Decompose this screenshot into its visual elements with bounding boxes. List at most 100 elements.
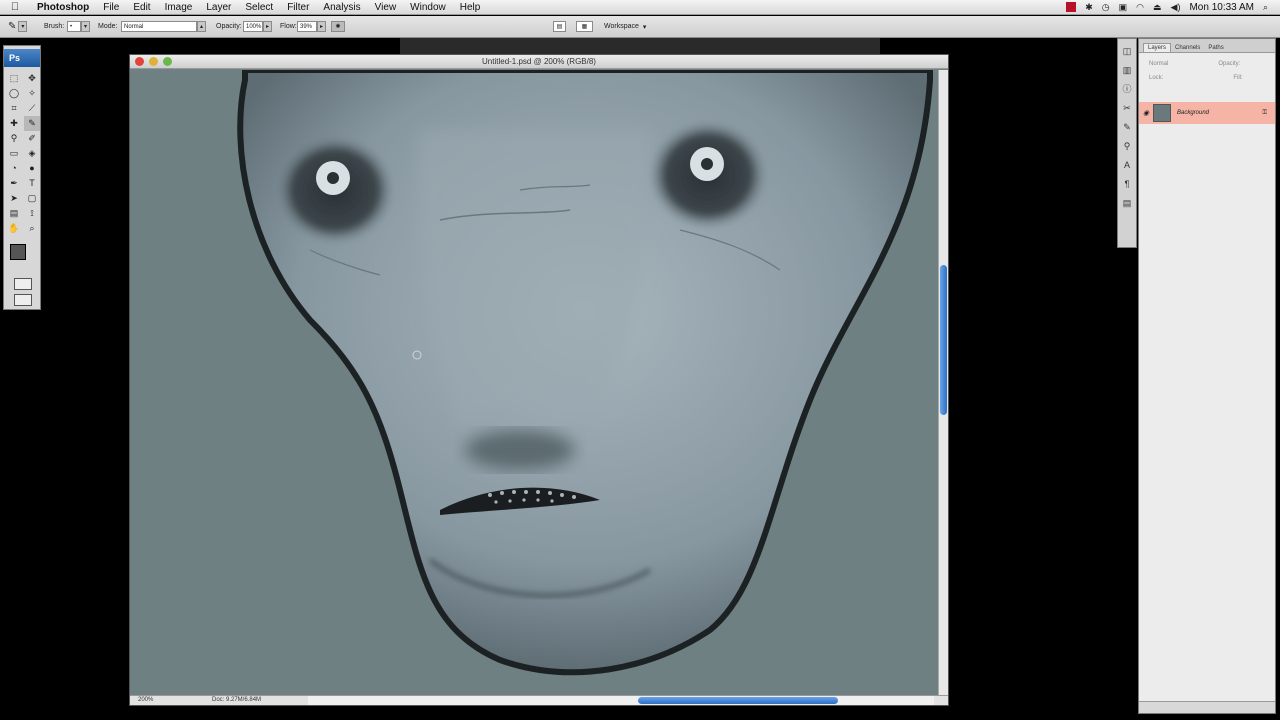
airbrush-button[interactable]: ✺ (331, 20, 345, 33)
tools-panel: Ps ⬚ ✥ ◯ ✧ ⌗ ⟋ ✚ ✎ ⚲ ✐ ▭ ◈ ◔ ● ✒ T ➤ ▢ ▤… (3, 45, 41, 310)
pen-tool-icon[interactable]: ✒ (6, 176, 22, 191)
blend-mode-select[interactable]: Normal (1149, 61, 1168, 67)
layer-thumbnail (1153, 104, 1171, 122)
menu-analysis[interactable]: Analysis (316, 0, 367, 15)
clone-stamp-icon[interactable]: ⚲ (6, 131, 22, 146)
eject-icon[interactable]: ⏏ (1153, 2, 1162, 13)
tool-presets-icon[interactable]: ✂ (1120, 101, 1134, 115)
opacity-label: Opacity: (216, 23, 242, 30)
vertical-scroll-thumb[interactable] (940, 265, 947, 415)
eyedropper-icon[interactable]: ⟟ (24, 206, 40, 221)
doc-size[interactable]: Doc: 9.27M/6.84M (212, 697, 261, 703)
tab-channels[interactable]: Channels (1171, 44, 1204, 52)
wifi-icon[interactable]: ◠ (1136, 2, 1144, 13)
workspace-menu[interactable]: Workspace ▾ (604, 20, 646, 33)
clock[interactable]: Mon 10:33 AM (1189, 2, 1253, 13)
menu-layer[interactable]: Layer (199, 0, 238, 15)
zoom-tool-icon[interactable]: ⌕ (24, 221, 40, 236)
visibility-eye-icon[interactable]: ◉ (1139, 109, 1153, 117)
menu-view[interactable]: View (368, 0, 404, 15)
clone-source-icon[interactable]: ⚲ (1120, 139, 1134, 153)
slice-tool-icon[interactable]: ⟋ (24, 101, 40, 116)
horizontal-scroll-thumb[interactable] (638, 697, 838, 704)
volume-icon[interactable]: ◀) (1171, 2, 1181, 13)
crop-tool-icon[interactable]: ⌗ (6, 101, 22, 116)
flow-value: 39% (297, 21, 317, 32)
menu-window[interactable]: Window (403, 0, 453, 15)
layer-name: Background (1177, 110, 1210, 116)
document-window: Untitled-1.psd @ 200% (RGB/8) 200% Doc: … (129, 54, 949, 706)
magic-wand-icon[interactable]: ✧ (24, 86, 40, 101)
opacity-value: 100% (243, 21, 263, 32)
actions-icon[interactable]: ▤ (1120, 196, 1134, 210)
background-strip (400, 38, 880, 54)
histogram-icon[interactable]: ▥ (1120, 63, 1134, 77)
menu-edit[interactable]: Edit (126, 0, 157, 15)
history-brush-icon[interactable]: ✐ (24, 131, 40, 146)
brush-tool-icon[interactable]: ✎ (24, 116, 40, 131)
opacity-field[interactable]: 100% ▸ (243, 20, 272, 33)
bluetooth-icon[interactable]: ✱ (1085, 2, 1093, 13)
eraser-tool-icon[interactable]: ▭ (6, 146, 22, 161)
brush-label: Brush: (44, 23, 65, 30)
paint-bucket-icon[interactable]: ◈ (24, 146, 40, 161)
panel-icon-strip: ◫ ▥ ⓘ ✂ ✎ ⚲ A ¶ ▤ (1117, 38, 1137, 248)
mode-select[interactable]: Normal ▴ (121, 20, 206, 33)
brush-tool-icon[interactable]: ✎ ▾ (8, 20, 28, 33)
hand-tool-icon[interactable]: ✋ (6, 221, 22, 236)
zoom-level[interactable]: 200% (138, 697, 153, 703)
layers-panel: Layers Channels Paths Normal Opacity: Lo… (1138, 38, 1276, 714)
brush-preset-picker[interactable]: • ▾ (67, 20, 90, 33)
character-icon[interactable]: A (1120, 158, 1134, 172)
brushes-icon[interactable]: ✎ (1120, 120, 1134, 134)
options-bar: ✎ ▾ Brush: • ▾ Mode: Normal ▴ Opacity: 100%… (0, 16, 1280, 38)
lasso-tool-icon[interactable]: ◯ (6, 86, 22, 101)
document-titlebar[interactable]: Untitled-1.psd @ 200% (RGB/8) (130, 55, 948, 69)
shape-tool-icon[interactable]: ▢ (24, 191, 40, 206)
close-window-button[interactable] (135, 57, 144, 66)
notes-tool-icon[interactable]: ▤ (6, 206, 22, 221)
vertical-scrollbar[interactable] (938, 70, 948, 697)
path-select-icon[interactable]: ➤ (6, 191, 22, 206)
input-menu-icon[interactable]: ▣ (1119, 2, 1128, 13)
menu-image[interactable]: Image (158, 0, 200, 15)
zoom-window-button[interactable] (163, 57, 172, 66)
time-machine-icon[interactable]: ◷ (1102, 2, 1110, 13)
document-title: Untitled-1.psd @ 200% (RGB/8) (482, 57, 596, 66)
blur-tool-icon[interactable]: ◔ (6, 161, 22, 176)
move-tool-icon[interactable]: ✥ (24, 71, 40, 86)
tab-paths[interactable]: Paths (1204, 44, 1227, 52)
foreground-color-swatch[interactable] (10, 244, 26, 260)
paragraph-icon[interactable]: ¶ (1120, 177, 1134, 191)
screen-mode-button[interactable] (14, 294, 32, 306)
apple-icon[interactable]:  (0, 1, 30, 13)
info-icon[interactable]: ⓘ (1120, 82, 1134, 96)
dodge-tool-icon[interactable]: ● (24, 161, 40, 176)
app-badge: Ps (4, 49, 40, 67)
tab-layers[interactable]: Layers (1143, 43, 1172, 52)
quick-mask-button[interactable] (14, 278, 32, 290)
layer-background[interactable]: ◉ Background ⚿ (1139, 102, 1275, 124)
canvas[interactable] (130, 70, 940, 697)
file-browser-button[interactable]: ▤ (553, 20, 566, 33)
fill-label[interactable]: Fill: (1233, 75, 1242, 81)
menu-filter[interactable]: Filter (280, 0, 316, 15)
menu-photoshop[interactable]: Photoshop (30, 0, 96, 15)
menu-help[interactable]: Help (453, 0, 488, 15)
spotlight-icon[interactable]: ⌕ (1263, 2, 1268, 13)
horizontal-scrollbar[interactable] (308, 696, 934, 705)
bridge-button[interactable]: ▦ (576, 20, 593, 33)
healing-tool-icon[interactable]: ✚ (6, 116, 22, 131)
navigator-icon[interactable]: ◫ (1120, 44, 1134, 58)
flow-field[interactable]: 39% ▸ (297, 20, 326, 33)
lock-label: Lock: (1149, 75, 1164, 81)
layer-opacity-label[interactable]: Opacity: (1218, 61, 1240, 67)
type-tool-icon[interactable]: T (24, 176, 40, 191)
marquee-tool-icon[interactable]: ⬚ (6, 71, 22, 86)
recording-icon[interactable] (1066, 2, 1077, 12)
minimize-window-button[interactable] (149, 57, 158, 66)
flow-label: Flow: (280, 23, 297, 30)
menu-select[interactable]: Select (238, 0, 280, 15)
layers-panel-footer (1139, 701, 1275, 713)
menu-file[interactable]: File (96, 0, 126, 15)
